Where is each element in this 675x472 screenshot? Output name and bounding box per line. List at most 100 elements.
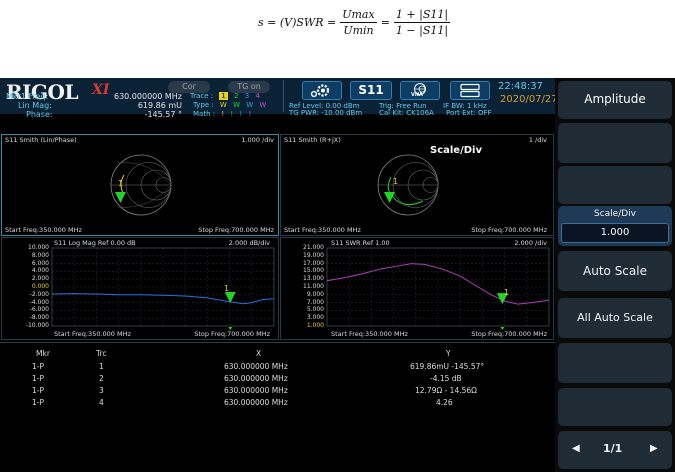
trace-2[interactable]: 2 [234, 92, 238, 100]
smith-linphase-pane[interactable]: S11 Smith (Lin/Phase) 1.000 /div 1 Start… [1, 134, 279, 236]
fraction-u-num: Umax [340, 8, 377, 23]
math-row: Math : ! ! ! ! [193, 110, 251, 118]
layout-icon [460, 83, 480, 98]
row4-trc: 4 [99, 398, 104, 407]
math-row-label: Math : [193, 110, 216, 118]
row3-trc: 3 [99, 386, 104, 395]
scale-div-overlay: Scale/Div [430, 145, 482, 156]
softkey-blank-2[interactable] [558, 166, 672, 204]
page-next-icon[interactable]: ▶ [650, 443, 658, 454]
clock-time: 22:48:37 [498, 81, 543, 92]
col-header-trc: Trc [96, 349, 107, 358]
math-3: ! [239, 110, 243, 118]
softkey-blank-1[interactable] [558, 123, 672, 163]
type-1: W [219, 101, 227, 109]
vna-label: VNA [411, 92, 423, 98]
analyzer-screen: RIGOL XI Cor TG on Mkr1 Freq: 630.000000… [0, 78, 675, 472]
formula-equals: = [380, 16, 390, 29]
fraction-u: Umax Umin [340, 8, 377, 37]
s11-button[interactable]: S11 [350, 81, 392, 100]
page-nav: ◀ 1/1 ▶ [558, 431, 672, 469]
trace-1[interactable]: 1 [219, 92, 228, 100]
page-indicator: 1/1 [603, 442, 623, 455]
fraction-s: 1 + |S11| 1 − |S11| [393, 8, 451, 37]
softkey-blank-4[interactable] [558, 388, 672, 426]
marker-freq-label: Mkr1 Freq: [6, 92, 49, 101]
smith1-marker-label: 1 [118, 179, 124, 188]
type-2: W [233, 101, 240, 109]
auto-scale-button[interactable]: Auto Scale [558, 251, 672, 291]
col-header-x: X [256, 349, 262, 358]
header-separator [283, 80, 284, 112]
row4-mkr: 1-P [32, 398, 45, 407]
row3-y: 12.79Ω - 14.56Ω [415, 386, 477, 395]
marker-table: Mkr Trc X Y 1-P 1 630.000000 MHz 619.86m… [0, 342, 555, 472]
tg-power: TG PWR: -10.00 dBm [289, 109, 363, 117]
clock-date: 2020/07/27 [500, 94, 558, 105]
formula-lhs: s = (V)SWR = [258, 16, 337, 29]
pane3-start: Start Freq:350.000 MHz [54, 330, 131, 338]
row2-trc: 2 [99, 374, 104, 383]
settings-button[interactable] [302, 81, 342, 100]
col-header-mkr: Mkr [36, 349, 50, 358]
gear-icon [310, 84, 330, 98]
type-row-label: Type : [193, 101, 214, 109]
scale-div-softkey[interactable]: Scale/Div 1.000 [558, 206, 672, 246]
pane3-stop: Stop Freq:700.000 MHz [194, 330, 270, 338]
layout-button[interactable] [450, 81, 490, 100]
page-prev-icon[interactable]: ◀ [572, 443, 580, 454]
row3-mkr: 1-P [32, 386, 45, 395]
row1-trc: 1 [99, 362, 104, 371]
logmag-plot [51, 247, 275, 330]
math-1: ! [221, 110, 225, 118]
math-4: ! [248, 110, 252, 118]
logmag-pane[interactable]: S11 Log Mag Ref 0.00 dB 2.000 dB/div 10.… [1, 237, 279, 340]
fraction-s-num: 1 + |S11| [393, 8, 451, 23]
swr-plot [326, 247, 550, 330]
scale-div-label: Scale/Div [593, 209, 636, 219]
swr-pane[interactable]: S11 SWR Ref 1.00 2.000 /div 21.000 19.000… [280, 237, 554, 340]
type-row: Type : W W W W [193, 101, 266, 109]
col-header-y: Y [446, 349, 451, 358]
scale-div-value[interactable]: 1.000 [561, 223, 669, 243]
smith-rjx-pane[interactable]: S11 Smith (R+jX) 1 /div Scale/Div 1 Star… [280, 134, 554, 236]
swr-formula: s = (V)SWR = Umax Umin = 1 + |S11| 1 − |… [258, 8, 454, 37]
cal-kit: Cal Kit: CK106A [379, 109, 434, 117]
row1-x: 630.000000 MHz [224, 362, 288, 371]
row1-mkr: 1-P [32, 362, 45, 371]
all-auto-scale-button[interactable]: All Auto Scale [558, 298, 672, 338]
pane4-stop: Stop Freq:700.000 MHz [471, 330, 547, 338]
row2-mkr: 1-P [32, 374, 45, 383]
logmag-marker-label: 1 [224, 284, 230, 293]
marker-linmag-label: Lin Mag: [18, 101, 52, 110]
type-4: W [259, 101, 267, 109]
formula-area: s = (V)SWR = Umax Umin = 1 + |S11| 1 − |… [0, 0, 675, 78]
pane2-start: Start Freq:350.000 MHz [284, 226, 361, 234]
trace-4[interactable]: 4 [256, 92, 260, 100]
row4-y: 4.26 [436, 398, 453, 407]
trace-line [51, 293, 275, 305]
type-3: W [246, 101, 254, 109]
pane2-stop: Stop Freq:700.000 MHz [471, 226, 547, 234]
marker-linmag-value: 619.86 mU [137, 101, 182, 110]
row2-x: 630.000000 MHz [224, 374, 288, 383]
marker-phase-label: Phase: [26, 110, 53, 119]
trace-3[interactable]: 3 [245, 92, 249, 100]
status-header: RIGOL XI Cor TG on Mkr1 Freq: 630.000000… [0, 78, 558, 119]
smith1-marker [115, 192, 126, 203]
pane1-start: Start Freq:350.000 MHz [5, 226, 82, 234]
trace-row: Trace : 1 2 3 4 [190, 92, 260, 100]
pane4-start: Start Freq:350.000 MHz [331, 330, 408, 338]
fraction-s-den: 1 − |S11| [395, 24, 449, 37]
smith-chart-2 [377, 154, 439, 216]
row2-y: -4.15 dB [430, 374, 462, 383]
pane1-stop: Stop Freq:700.000 MHz [198, 226, 274, 234]
amplitude-menu-title[interactable]: Amplitude [558, 81, 672, 119]
marker-freq-value: 630.000000 MHz [113, 92, 182, 101]
port-ext: Port Ext: OFF [446, 109, 492, 117]
marker-phase-value: -145.57 ° [144, 110, 182, 119]
smith-chart-1 [110, 154, 172, 216]
softkey-blank-3[interactable] [558, 343, 672, 383]
smith2-marker-label: 1 [393, 177, 399, 186]
fraction-u-den: Umin [343, 24, 374, 37]
